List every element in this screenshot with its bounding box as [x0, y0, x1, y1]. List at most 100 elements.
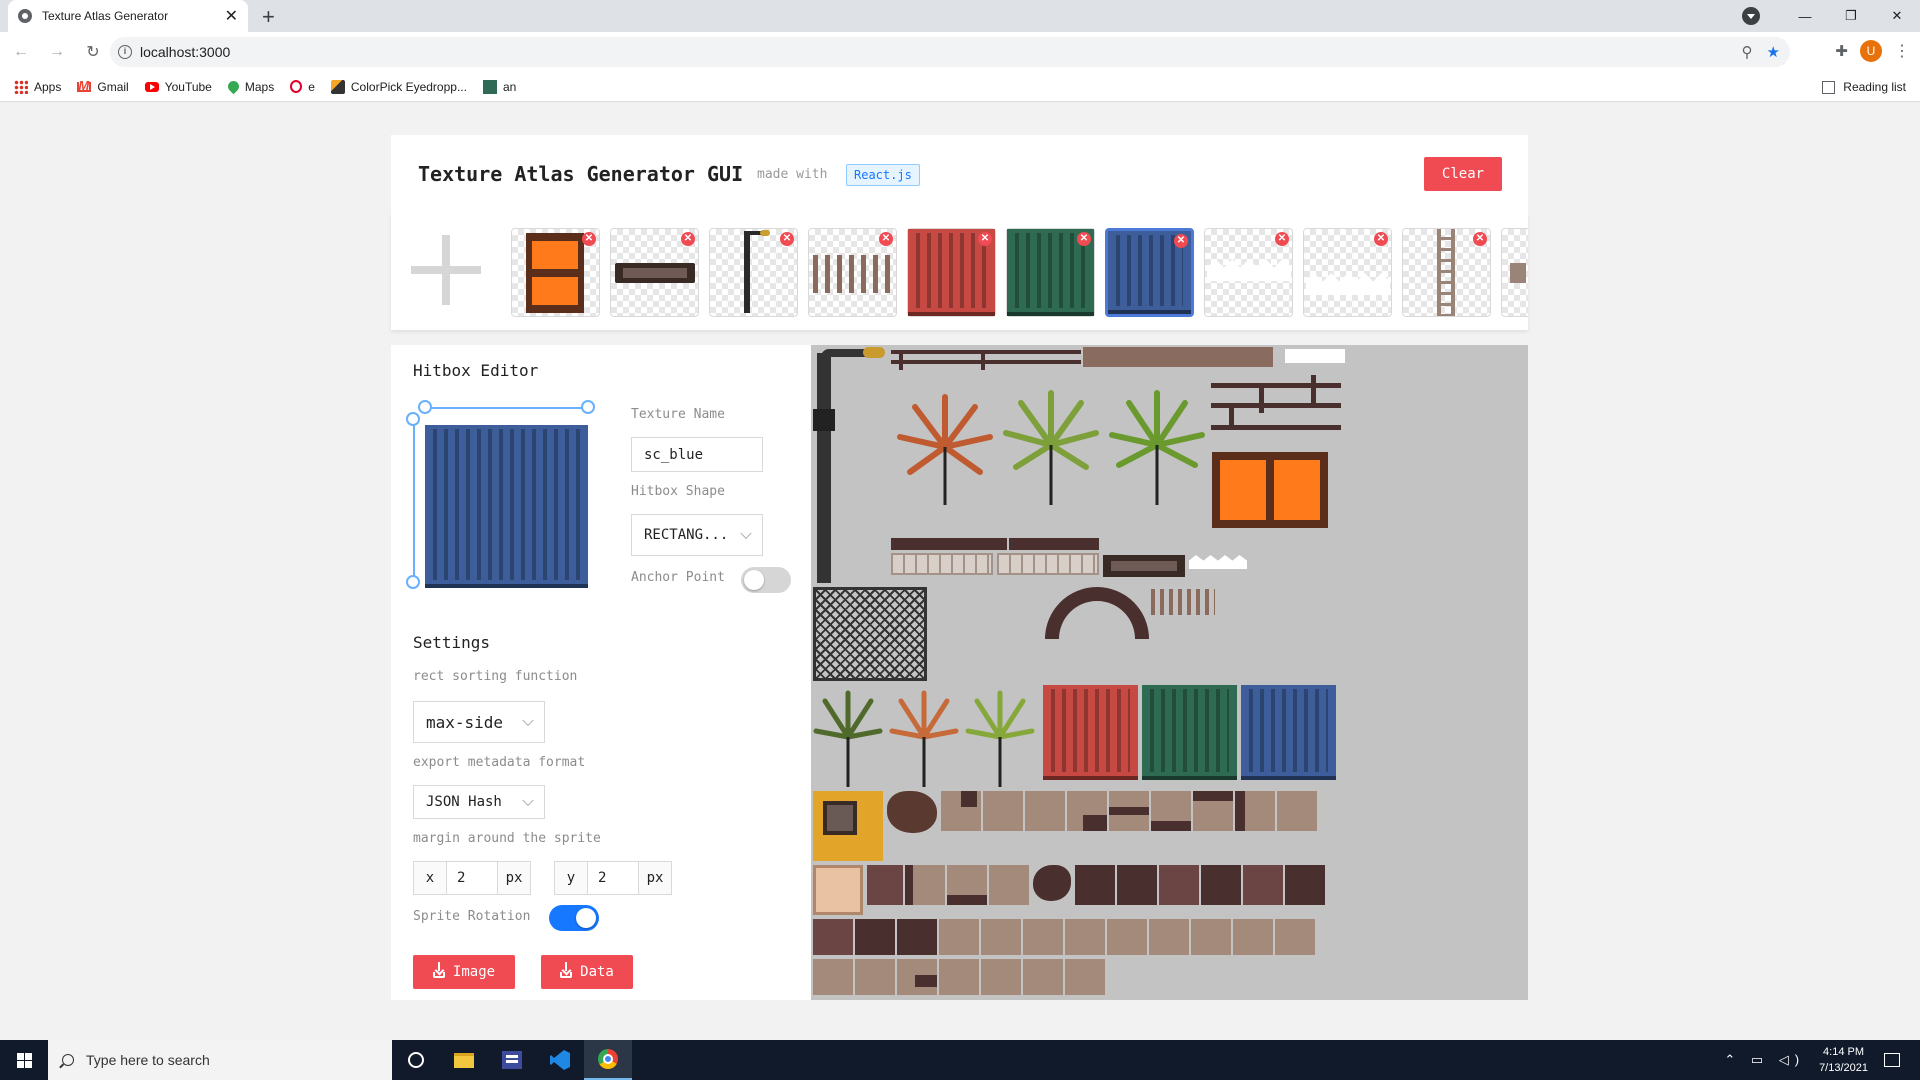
sorting-select[interactable]: max-side: [413, 701, 545, 743]
remove-icon[interactable]: ✕: [1374, 232, 1388, 246]
tab-search-icon[interactable]: [1742, 7, 1760, 25]
browser-tab[interactable]: Texture Atlas Generator ✕: [8, 0, 248, 32]
thumbnail-orange-cabinet[interactable]: ✕: [511, 228, 600, 317]
hitbox-handle-tr[interactable]: [581, 400, 595, 414]
window-close-button[interactable]: ✕: [1874, 8, 1920, 24]
minimize-button[interactable]: —: [1782, 9, 1828, 24]
remove-icon[interactable]: ✕: [1275, 232, 1289, 246]
system-tray: ⌃ ▭ ◁) 4:14 PM 7/13/2021: [1724, 1040, 1920, 1080]
chrome-button[interactable]: [584, 1040, 632, 1080]
thumbnail-partial[interactable]: [1501, 228, 1528, 317]
thumbnail-green-container[interactable]: ✕: [1006, 228, 1095, 317]
hitbox-handle-lt[interactable]: [406, 412, 420, 426]
extensions-icon[interactable]: ✚: [1835, 42, 1848, 60]
browser-toolbar: ← → ↻ i localhost:3000 ⚲ ★ ✚ U ⋮: [0, 32, 1920, 72]
new-tab-button[interactable]: +: [262, 4, 275, 30]
clear-button[interactable]: Clear: [1424, 157, 1502, 191]
export-format-select[interactable]: JSON Hash: [413, 785, 545, 819]
remove-icon[interactable]: ✕: [582, 232, 596, 246]
site-info-icon[interactable]: i: [118, 45, 132, 59]
bookmark-an[interactable]: an: [482, 79, 516, 94]
bookmark-e[interactable]: e: [290, 80, 315, 94]
youtube-icon: [144, 81, 159, 92]
start-button[interactable]: [0, 1040, 48, 1080]
sprite-rotation-label: Sprite Rotation: [413, 909, 531, 924]
hitbox-shape-select[interactable]: RECTANG...: [631, 514, 763, 556]
bookmark-star-icon[interactable]: ★: [1767, 43, 1780, 61]
reading-list-button[interactable]: Reading list: [1822, 80, 1906, 94]
remove-icon[interactable]: ✕: [780, 232, 794, 246]
remove-icon[interactable]: ✕: [879, 232, 893, 246]
app-icon: [502, 1051, 522, 1069]
thumbnail-ladder[interactable]: ✕: [1402, 228, 1491, 317]
forward-button[interactable]: →: [42, 43, 72, 61]
restore-button[interactable]: ❐: [1828, 8, 1874, 24]
windows-icon: [16, 1052, 32, 1068]
menu-icon[interactable]: ⋮: [1894, 41, 1910, 61]
tray-icons[interactable]: ⌃ ▭ ◁): [1724, 1052, 1805, 1068]
margin-x-input[interactable]: 2: [446, 862, 498, 894]
remove-icon[interactable]: ✕: [1473, 232, 1487, 246]
download-data-button[interactable]: Data: [541, 955, 633, 989]
remove-icon[interactable]: ✕: [978, 232, 992, 246]
thumbnail-red-container[interactable]: ✕: [907, 228, 996, 317]
texture-strip: ✕ ✕ ✕ ✕ ✕ ✕ ✕ ✕ ✕ ✕: [391, 213, 1528, 330]
margin-x-unit: px: [498, 862, 530, 894]
cortana-button[interactable]: [392, 1040, 440, 1080]
bookmark-apps[interactable]: Apps: [14, 79, 61, 94]
bookmark-maps[interactable]: Maps: [225, 78, 274, 95]
atlas-sprite-streetlamp: [817, 353, 831, 583]
hitbox-edge-top: [425, 407, 589, 409]
thumbnail-wall-white-2[interactable]: ✕: [1303, 228, 1392, 317]
hitbox-sprite: [425, 425, 588, 588]
atlas-sprite-box: [813, 865, 863, 915]
hitbox-handle-lb[interactable]: [406, 575, 420, 589]
add-texture-icon[interactable]: [411, 235, 481, 305]
export-format-label: export metadata format: [413, 755, 586, 770]
browser-tab-bar: Texture Atlas Generator ✕ + — ❐ ✕: [0, 0, 1920, 32]
hitbox-canvas[interactable]: [406, 400, 595, 589]
reading-list-icon: [1822, 80, 1836, 94]
remove-icon[interactable]: ✕: [681, 232, 695, 246]
remove-icon[interactable]: ✕: [1077, 232, 1091, 246]
app-button[interactable]: [488, 1040, 536, 1080]
download-image-button[interactable]: Image: [413, 955, 515, 989]
profile-avatar[interactable]: U: [1860, 40, 1882, 62]
notification-icon[interactable]: [1884, 1053, 1900, 1067]
atlas-sprite-palm-green: [1001, 385, 1101, 505]
search-placeholder: Type here to search: [86, 1052, 210, 1068]
clock[interactable]: 4:14 PM 7/13/2021: [1819, 1044, 1868, 1076]
thumbnail-wall-white[interactable]: ✕: [1204, 228, 1293, 317]
download-icon: [560, 962, 573, 978]
anchor-point-toggle[interactable]: [741, 567, 791, 593]
editor-panel: Hitbox Editor Texture Name sc_blue Hitbo…: [391, 345, 811, 1000]
thumbnail-bench[interactable]: ✕: [610, 228, 699, 317]
sorting-label: rect sorting function: [413, 669, 578, 684]
texture-name-input[interactable]: sc_blue: [631, 437, 763, 472]
bookmark-youtube[interactable]: YouTube: [144, 80, 212, 94]
taskbar-search[interactable]: Type here to search: [48, 1040, 392, 1080]
sprite-preview: [526, 233, 584, 313]
sprite-rotation-toggle[interactable]: [549, 905, 599, 931]
reload-button[interactable]: ↻: [78, 42, 108, 62]
made-with-text: made with: [757, 167, 828, 182]
close-tab-icon[interactable]: ✕: [225, 6, 238, 26]
zoom-icon[interactable]: ⚲: [1742, 43, 1753, 61]
thumbnail-fence[interactable]: ✕: [808, 228, 897, 317]
margin-y-input[interactable]: 2: [587, 862, 639, 894]
vscode-button[interactable]: [536, 1040, 584, 1080]
file-explorer-button[interactable]: [440, 1040, 488, 1080]
opera-icon: [290, 80, 303, 93]
remove-icon[interactable]: ✕: [1174, 234, 1188, 248]
bookmark-gmail[interactable]: Gmail: [77, 78, 129, 94]
hitbox-editor-heading: Hitbox Editor: [413, 361, 539, 380]
bookmark-colorpick[interactable]: ColorPick Eyedropp...: [330, 79, 467, 94]
back-button[interactable]: ←: [6, 43, 36, 61]
hitbox-handle-tl[interactable]: [418, 400, 432, 414]
thumbnail-blue-container[interactable]: ✕: [1105, 228, 1194, 317]
thumbnail-streetlamp[interactable]: ✕: [709, 228, 798, 317]
margin-label: margin around the sprite: [413, 831, 601, 846]
address-bar[interactable]: i localhost:3000 ⚲ ★: [110, 37, 1790, 67]
anchor-point-label: Anchor Point: [631, 570, 725, 585]
app-header: Texture Atlas Generator GUI made with Re…: [391, 135, 1528, 213]
